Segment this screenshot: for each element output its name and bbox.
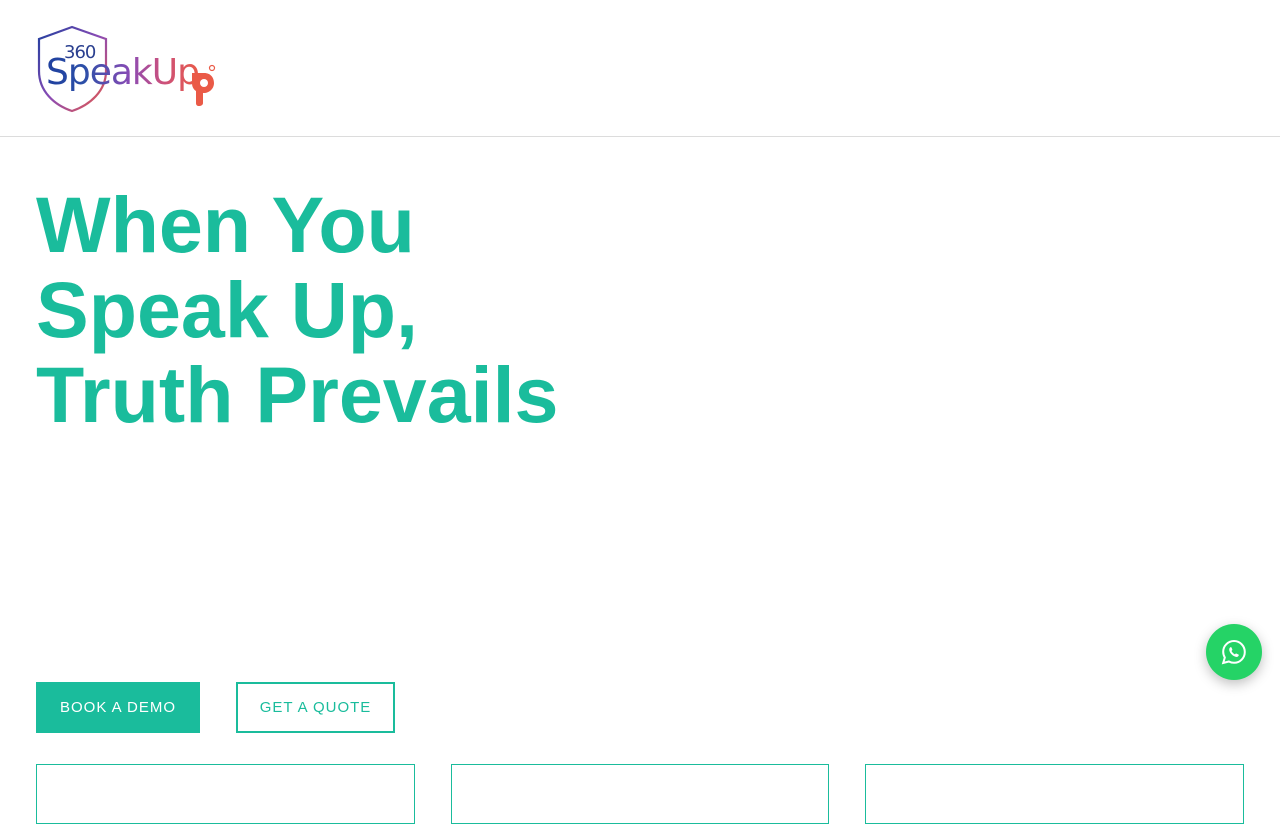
get-quote-button[interactable]: GET A QUOTE: [236, 682, 395, 733]
hero-title-line-2: Speak Up,: [36, 265, 418, 354]
feature-card-1: [36, 764, 415, 824]
book-demo-button[interactable]: BOOK A DEMO: [36, 682, 200, 733]
site-logo[interactable]: 360 SpeakUp: [36, 25, 218, 113]
feature-card-2: [451, 764, 829, 824]
hero-title-line-1: When You: [36, 180, 415, 269]
site-header: 360 SpeakUp: [0, 0, 1280, 137]
hero-title-line-3: Truth Prevails: [36, 350, 559, 439]
feature-card-3: [865, 764, 1244, 824]
whatsapp-icon: [1221, 639, 1246, 665]
whistle-icon: [192, 64, 216, 106]
whatsapp-chat-button[interactable]: [1206, 624, 1262, 680]
hero-title: When You Speak Up, Truth Prevails: [36, 182, 559, 437]
logo-wordmark: SpeakUp: [46, 52, 200, 93]
